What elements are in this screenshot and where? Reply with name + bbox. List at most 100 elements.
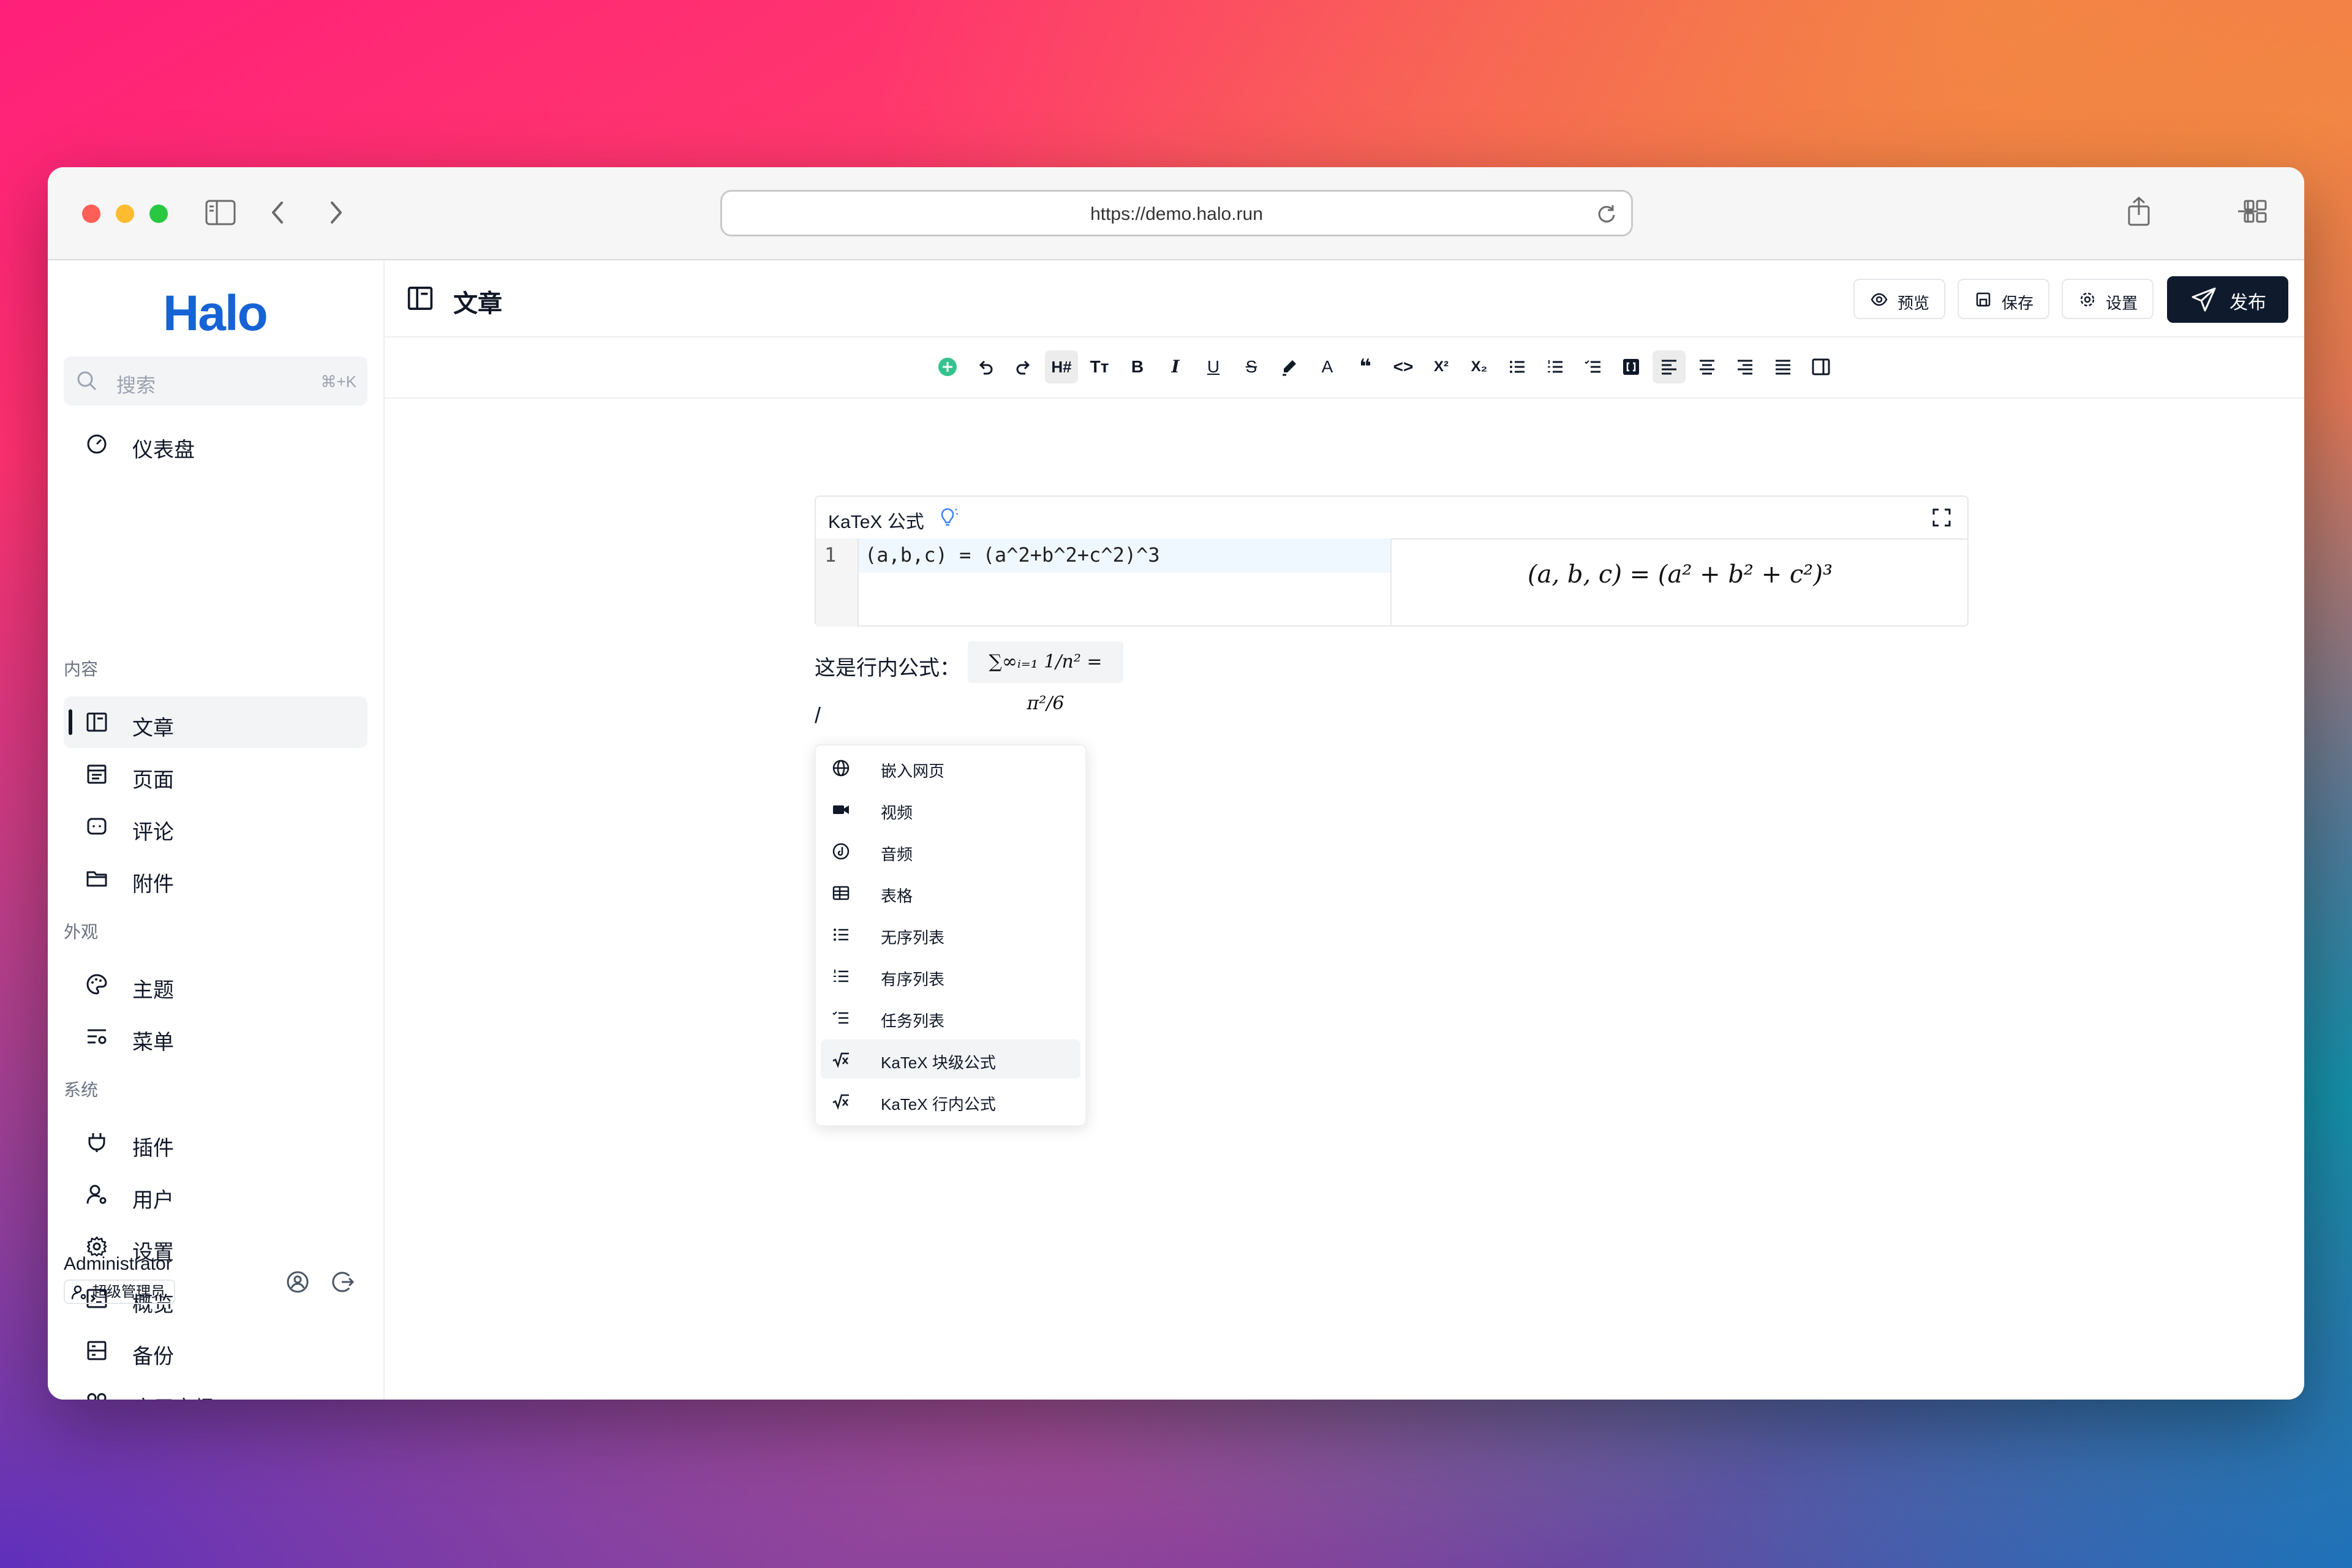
- user-role-icon: [71, 1285, 86, 1300]
- search-input[interactable]: 搜索 ⌘+K: [64, 356, 368, 405]
- toggle-side-panel-button[interactable]: [1804, 350, 1838, 383]
- maximize-window-button[interactable]: [149, 205, 168, 223]
- preview-button[interactable]: 预览: [1853, 279, 1945, 319]
- apps-icon: [87, 1393, 107, 1400]
- superscript-button[interactable]: X²: [1425, 350, 1458, 383]
- sidebar-item-menus[interactable]: 菜单: [64, 1011, 368, 1062]
- menu-item-bullet-list[interactable]: 无序列表: [821, 914, 1080, 954]
- slash-command-input[interactable]: /: [815, 703, 821, 728]
- sidebar-item-app-market[interactable]: 应用市场: [64, 1377, 368, 1400]
- audio-icon: [832, 843, 850, 860]
- lightbulb-icon[interactable]: [936, 505, 960, 530]
- role-label: 超级管理员: [92, 1284, 165, 1300]
- logout-icon[interactable]: [331, 1270, 355, 1294]
- menu-item-label: KaTeX 块级公式: [881, 1054, 996, 1072]
- menu-item-katex-block[interactable]: KaTeX 块级公式: [821, 1039, 1080, 1079]
- katex-block-header: KaTeX 公式: [816, 497, 1967, 540]
- sidebar-item-pages[interactable]: 页面: [64, 748, 368, 800]
- fullscreen-icon[interactable]: [1932, 508, 1951, 527]
- font-color-button[interactable]: A: [1311, 350, 1344, 383]
- back-icon[interactable]: [268, 199, 287, 226]
- sidebar-item-themes[interactable]: 主题: [64, 959, 368, 1010]
- halo-logo[interactable]: Halo: [163, 285, 268, 342]
- slash-command-menu: 嵌入网页 视频 音频 表格 无序列表 有序列表 任务列表 KaTeX 块级公式 …: [815, 744, 1087, 1126]
- align-justify-button[interactable]: [1766, 350, 1800, 383]
- publish-button[interactable]: 发布: [2167, 276, 2288, 323]
- preview-label: 预览: [1898, 294, 1930, 312]
- section-label-content: 内容: [64, 660, 99, 679]
- highlight-button[interactable]: [1273, 350, 1306, 383]
- inline-formula[interactable]: ∑∞ᵢ₌₁ 1/n² = π²/6: [968, 641, 1123, 714]
- undo-button[interactable]: [969, 350, 1002, 383]
- redo-button[interactable]: [1007, 350, 1040, 383]
- forward-icon[interactable]: [327, 199, 345, 226]
- sidebar-item-attachments[interactable]: 附件: [64, 853, 368, 904]
- subscript-button[interactable]: X₂: [1463, 350, 1496, 383]
- gear-icon: [2080, 292, 2095, 307]
- code-button[interactable]: <>: [1387, 350, 1420, 383]
- tab-overview-icon[interactable]: [2243, 199, 2267, 224]
- menu-item-label: 音频: [881, 845, 913, 864]
- sidebar-item-backup[interactable]: 备份: [64, 1325, 368, 1376]
- task-list-icon: [1585, 360, 1600, 373]
- sidebar-item-users[interactable]: 用户: [64, 1169, 368, 1220]
- bold-button[interactable]: B: [1121, 350, 1154, 383]
- menu-item-audio[interactable]: 音频: [821, 831, 1080, 870]
- profile-icon[interactable]: [285, 1270, 310, 1294]
- strikethrough-button[interactable]: S: [1235, 350, 1268, 383]
- sidebar-item-dashboard[interactable]: 仪表盘: [64, 418, 368, 470]
- reload-icon[interactable]: [1596, 203, 1618, 225]
- dashboard-icon: [87, 434, 107, 454]
- line-gutter: 1: [816, 538, 859, 627]
- katex-code-editor[interactable]: 1 (a,b,c) = (a^2+b^2+c^2)^3: [816, 538, 1392, 627]
- italic-button[interactable]: I: [1159, 350, 1192, 383]
- redo-icon: [1016, 360, 1030, 375]
- bullet-list-icon: [1510, 361, 1525, 373]
- code-block-button[interactable]: [1615, 350, 1648, 383]
- katex-source[interactable]: (a,b,c) = (a^2+b^2+c^2)^3: [865, 543, 1160, 567]
- settings-label: 设置: [2106, 294, 2138, 312]
- font-size-button[interactable]: Tт: [1083, 350, 1116, 383]
- katex-block[interactable]: KaTeX 公式 1 (a,b,c) = (a^2+b^2+c^2)^3 (a,…: [815, 496, 1969, 627]
- sidebar-item-posts[interactable]: 文章: [64, 696, 368, 748]
- line-number: 1: [824, 543, 837, 567]
- underline-button[interactable]: U: [1197, 350, 1230, 383]
- sidebar: Halo 搜索 ⌘+K 仪表盘 内容 文章 页面 评论 附件 外观 主题 菜单 …: [48, 260, 385, 1400]
- settings-button[interactable]: 设置: [2062, 279, 2154, 319]
- sidebar-item-label: 菜单: [132, 1031, 174, 1054]
- sidebar-item-label: 附件: [132, 873, 174, 896]
- task-list-button[interactable]: [1577, 350, 1610, 383]
- sidebar-toggle-icon[interactable]: [205, 199, 236, 226]
- menu-item-table[interactable]: 表格: [821, 873, 1080, 912]
- menu-item-video[interactable]: 视频: [821, 790, 1080, 829]
- align-center-button[interactable]: [1691, 350, 1724, 383]
- minimize-window-button[interactable]: [116, 205, 134, 223]
- align-left-button[interactable]: [1653, 350, 1686, 383]
- menu-item-katex-inline[interactable]: KaTeX 行内公式: [821, 1081, 1080, 1120]
- blockquote-button[interactable]: ❝: [1349, 350, 1382, 383]
- bullet-list-icon: [834, 929, 848, 941]
- align-right-button[interactable]: [1728, 350, 1762, 383]
- katex-block-title: KaTeX 公式: [828, 512, 924, 532]
- user-name: Administrator: [64, 1254, 172, 1274]
- menu-settings-icon: [88, 1029, 107, 1044]
- ordered-list-button[interactable]: [1539, 350, 1572, 383]
- address-bar[interactable]: https://demo.halo.run: [720, 190, 1633, 236]
- heading-button[interactable]: H#: [1045, 350, 1078, 383]
- sidebar-item-plugins[interactable]: 插件: [64, 1117, 368, 1168]
- katex-preview: (a, b, c) = (a² + b² + c²)³: [1392, 538, 1969, 627]
- bullet-list-button[interactable]: [1501, 350, 1534, 383]
- menu-item-task-list[interactable]: 任务列表: [821, 998, 1080, 1037]
- paragraph-text[interactable]: 这是行内公式：: [815, 651, 960, 681]
- insert-block-button[interactable]: [931, 350, 964, 383]
- menu-item-ordered-list[interactable]: 有序列表: [821, 956, 1080, 995]
- close-window-button[interactable]: [82, 205, 100, 223]
- undo-icon: [979, 360, 993, 375]
- menu-item-embed-webpage[interactable]: 嵌入网页: [821, 748, 1080, 787]
- share-icon[interactable]: [2125, 195, 2152, 227]
- posts-icon: [86, 712, 107, 732]
- palette-icon: [86, 974, 107, 995]
- sidebar-item-comments[interactable]: 评论: [64, 801, 368, 852]
- save-button[interactable]: 保存: [1958, 279, 2049, 319]
- sidebar-item-label: 主题: [132, 979, 174, 1002]
